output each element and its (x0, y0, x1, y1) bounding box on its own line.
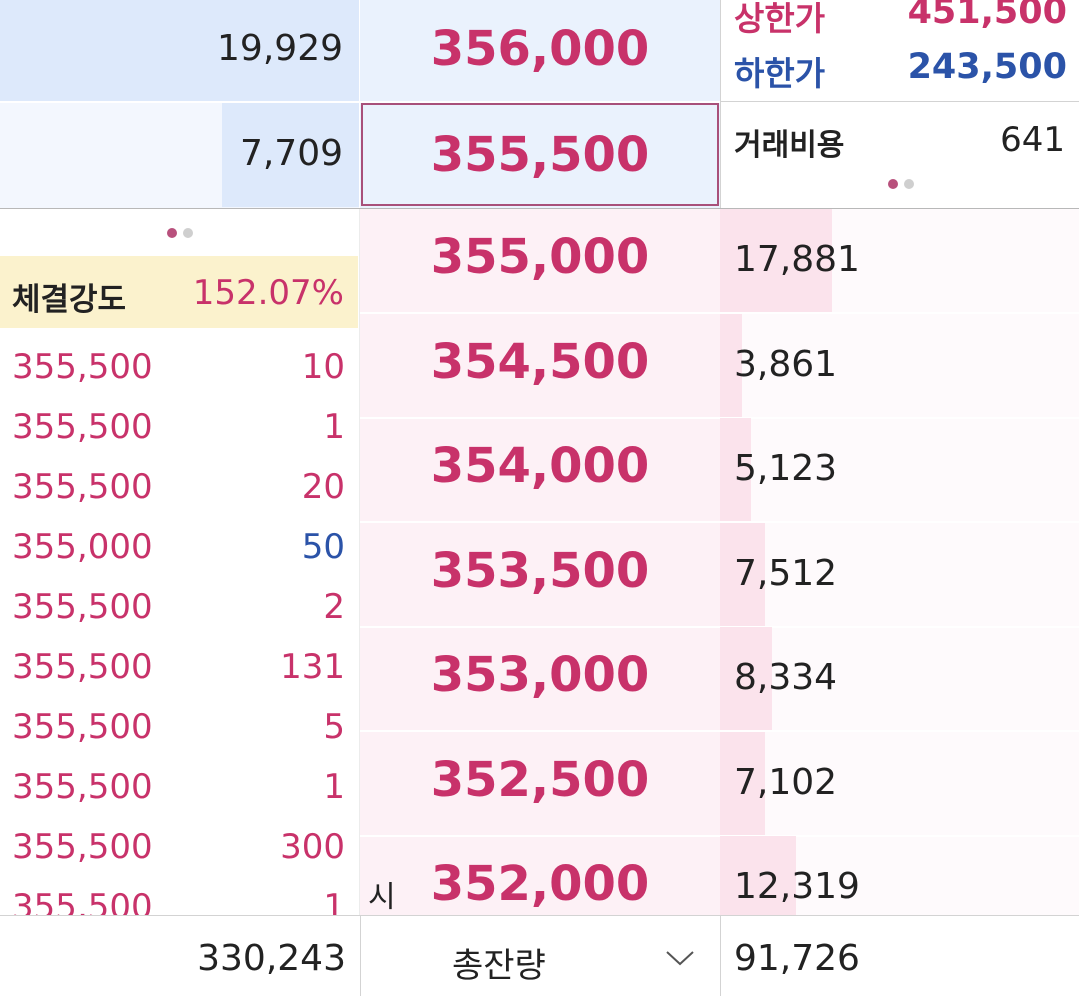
upper-limit-value: 451,500 (907, 0, 1067, 32)
bid-price[interactable]: 352,000 (360, 856, 720, 912)
bid-total-volume: 91,726 (734, 938, 860, 979)
bid-volume: 3,861 (734, 344, 838, 385)
trade-strength-label: 체결강도 (12, 282, 127, 318)
bid-volume: 7,102 (734, 762, 838, 803)
ask-volume: 19,929 (217, 28, 343, 69)
opening-price-marker: 시 (368, 880, 396, 915)
column-divider (359, 0, 360, 208)
lower-limit-value: 243,500 (907, 47, 1067, 87)
tick-quantity: 10 (301, 347, 345, 387)
tick-quantity: 300 (280, 827, 345, 867)
bid-volume: 17,881 (734, 239, 860, 280)
tick-quantity: 5 (323, 707, 345, 747)
ask-price[interactable]: 356,000 (360, 21, 720, 77)
tick-quantity: 131 (280, 647, 345, 687)
tick-quantity: 50 (301, 527, 345, 567)
tick-price: 355,500 (12, 827, 153, 867)
tick-price: 355,500 (12, 887, 153, 915)
upper-limit-label: 상한가 (734, 0, 826, 38)
bid-price[interactable]: 354,000 (360, 438, 720, 494)
info-divider (720, 101, 1079, 102)
trade-strength-value: 152.07% (192, 273, 344, 313)
total-remaining-label: 총잔량 (452, 946, 546, 986)
bid-volume: 5,123 (734, 448, 838, 489)
bid-price[interactable]: 353,500 (360, 543, 720, 599)
tick-quantity: 1 (323, 407, 345, 447)
footer-divider (720, 916, 721, 996)
tick-quantity: 1 (323, 767, 345, 807)
tick-price: 355,500 (12, 767, 153, 807)
ask-volume: 7,709 (239, 133, 343, 174)
bid-volume: 8,334 (734, 657, 838, 698)
page-dot[interactable] (183, 228, 193, 238)
tick-price: 355,500 (12, 407, 153, 447)
bid-price[interactable]: 352,500 (360, 752, 720, 808)
tick-price: 355,500 (12, 707, 153, 747)
ask-price-selected[interactable]: 355,500 (360, 127, 720, 183)
bid-price[interactable]: 354,500 (360, 334, 720, 390)
tick-price: 355,500 (12, 647, 153, 687)
tick-price: 355,500 (12, 467, 153, 507)
tick-quantity: 1 (323, 887, 345, 915)
page-dot-active[interactable] (888, 179, 898, 189)
tick-price: 355,000 (12, 527, 153, 567)
bid-volume: 12,319 (734, 866, 860, 907)
column-divider (720, 0, 721, 208)
trade-cost-value: 641 (1000, 120, 1065, 160)
page-dot[interactable] (904, 179, 914, 189)
tick-list[interactable]: 355,500 10 355,500 1 355,500 20 355,000 50 355,5… (0, 330, 360, 915)
bid-volume: 7,512 (734, 553, 838, 594)
chevron-down-icon (666, 951, 694, 966)
bid-price[interactable]: 353,000 (360, 647, 720, 703)
ask-total-volume: 330,243 (197, 938, 346, 979)
trade-cost-label: 거래비용 (734, 128, 845, 163)
total-remaining-selector[interactable]: 총잔량 (361, 916, 719, 996)
page-dot-active[interactable] (167, 228, 177, 238)
tick-quantity: 20 (301, 467, 345, 507)
tick-quantity: 2 (323, 587, 345, 627)
tick-price: 355,500 (12, 347, 153, 387)
lower-limit-label: 하한가 (734, 54, 826, 93)
bid-price[interactable]: 355,000 (360, 229, 720, 285)
tick-price: 355,500 (12, 587, 153, 627)
